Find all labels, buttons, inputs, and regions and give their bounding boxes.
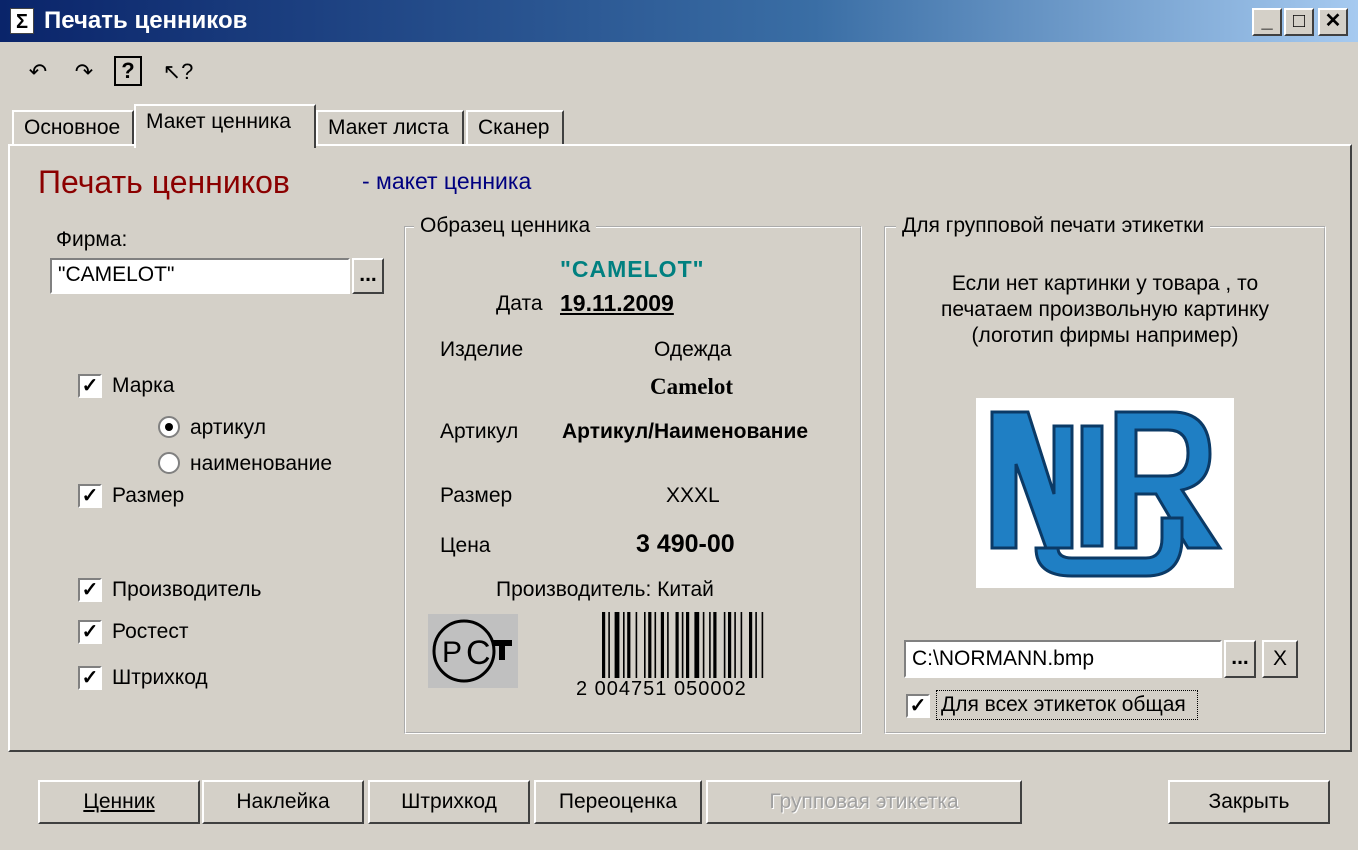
group-label-button[interactable]: Групповая этикетка bbox=[706, 780, 1022, 824]
size-sample-label: Размер bbox=[440, 484, 513, 507]
marka-label: Марка bbox=[112, 374, 175, 397]
articul-sample-value: Артикул/Наименование bbox=[562, 420, 809, 443]
sample-legend: Образец ценника bbox=[414, 214, 597, 238]
firm-field[interactable]: "CAMELOT" bbox=[50, 258, 350, 294]
svg-text:P: P bbox=[442, 636, 462, 669]
undo-icon[interactable]: ↶ bbox=[22, 56, 54, 88]
barcode-number: 2 004751 050002 bbox=[576, 678, 747, 700]
tab-maket-cennika[interactable]: Макет ценника bbox=[134, 104, 316, 148]
all-labels-label: Для всех этикеток общая bbox=[936, 690, 1198, 720]
marka-checkbox[interactable]: ✓ bbox=[78, 374, 102, 398]
company-logo-image bbox=[976, 398, 1234, 588]
articul-radio[interactable] bbox=[158, 416, 180, 438]
pct-mark-icon: P C bbox=[428, 614, 518, 688]
image-path-field[interactable]: C:\NORMANN.bmp bbox=[904, 640, 1222, 678]
barcode-icon bbox=[600, 612, 818, 682]
item-label: Изделие bbox=[440, 338, 524, 361]
pereocenka-button[interactable]: Переоценка bbox=[534, 780, 702, 824]
close-window-button[interactable]: ✕ bbox=[1318, 8, 1348, 36]
naimenovanie-radio[interactable] bbox=[158, 452, 180, 474]
image-browse-button[interactable]: ... bbox=[1224, 640, 1256, 678]
manufacturer-value: Производитель: Китай bbox=[496, 578, 714, 601]
razmer-label: Размер bbox=[112, 484, 185, 507]
size-sample-value: XXXL bbox=[666, 484, 720, 507]
rostest-label: Ростест bbox=[112, 620, 189, 643]
date-value: 19.11.2009 bbox=[560, 290, 674, 316]
all-labels-checkbox[interactable]: ✓ bbox=[906, 694, 930, 718]
price-label: Цена bbox=[440, 534, 491, 557]
date-label: Дата bbox=[496, 292, 543, 315]
tab-skaner[interactable]: Сканер bbox=[466, 110, 564, 146]
maximize-button[interactable]: □ bbox=[1284, 8, 1314, 36]
shtrihkod-button[interactable]: Штрихкод bbox=[368, 780, 530, 824]
sample-firm: "CAMELOT" bbox=[560, 256, 705, 282]
item-value: Одежда bbox=[654, 338, 732, 361]
naimenovanie-label: наименование bbox=[190, 452, 333, 475]
redo-icon[interactable]: ↷ bbox=[68, 56, 100, 88]
group-print-legend: Для групповой печати этикетки bbox=[896, 214, 1211, 238]
price-value: 3 490-00 bbox=[636, 530, 735, 558]
cennik-button[interactable]: Ценник bbox=[38, 780, 200, 824]
context-help-icon[interactable]: ↖? bbox=[158, 56, 198, 88]
image-clear-button[interactable]: X bbox=[1262, 640, 1298, 678]
brand-value: Camelot bbox=[650, 374, 734, 399]
proizvoditel-label: Производитель bbox=[112, 578, 262, 601]
close-button[interactable]: Закрыть bbox=[1168, 780, 1330, 824]
razmer-checkbox[interactable]: ✓ bbox=[78, 484, 102, 508]
page-subtitle: - макет ценника bbox=[362, 168, 532, 194]
articul-sample-label: Артикул bbox=[440, 420, 519, 443]
help-icon[interactable]: ? bbox=[114, 56, 142, 86]
group-description-2: печатаем произвольную картинку bbox=[940, 298, 1270, 321]
rostest-checkbox[interactable]: ✓ bbox=[78, 620, 102, 644]
shtrihkod-checkbox[interactable]: ✓ bbox=[78, 666, 102, 690]
proizvoditel-checkbox[interactable]: ✓ bbox=[78, 578, 102, 602]
group-description-3: (логотип фирмы например) bbox=[971, 324, 1239, 347]
shtrihkod-label: Штрихкод bbox=[112, 666, 208, 689]
page-title: Печать ценников bbox=[38, 164, 290, 200]
nakleika-button[interactable]: Наклейка bbox=[202, 780, 364, 824]
window-title: Печать ценников bbox=[44, 7, 248, 34]
minimize-button[interactable]: _ bbox=[1252, 8, 1282, 36]
firm-label: Фирма: bbox=[56, 228, 128, 251]
tab-osnovnoe[interactable]: Основное bbox=[12, 110, 134, 146]
sigma-icon[interactable]: Σ bbox=[10, 8, 34, 34]
firm-browse-button[interactable]: ... bbox=[352, 258, 384, 294]
title-bar: Σ Печать ценников _ □ ✕ bbox=[0, 0, 1358, 42]
tab-maket-lista[interactable]: Макет листа bbox=[316, 110, 464, 146]
articul-label: артикул bbox=[190, 416, 266, 439]
group-description-1: Если нет картинки у товара , то bbox=[951, 272, 1259, 295]
svg-text:C: C bbox=[466, 634, 491, 672]
